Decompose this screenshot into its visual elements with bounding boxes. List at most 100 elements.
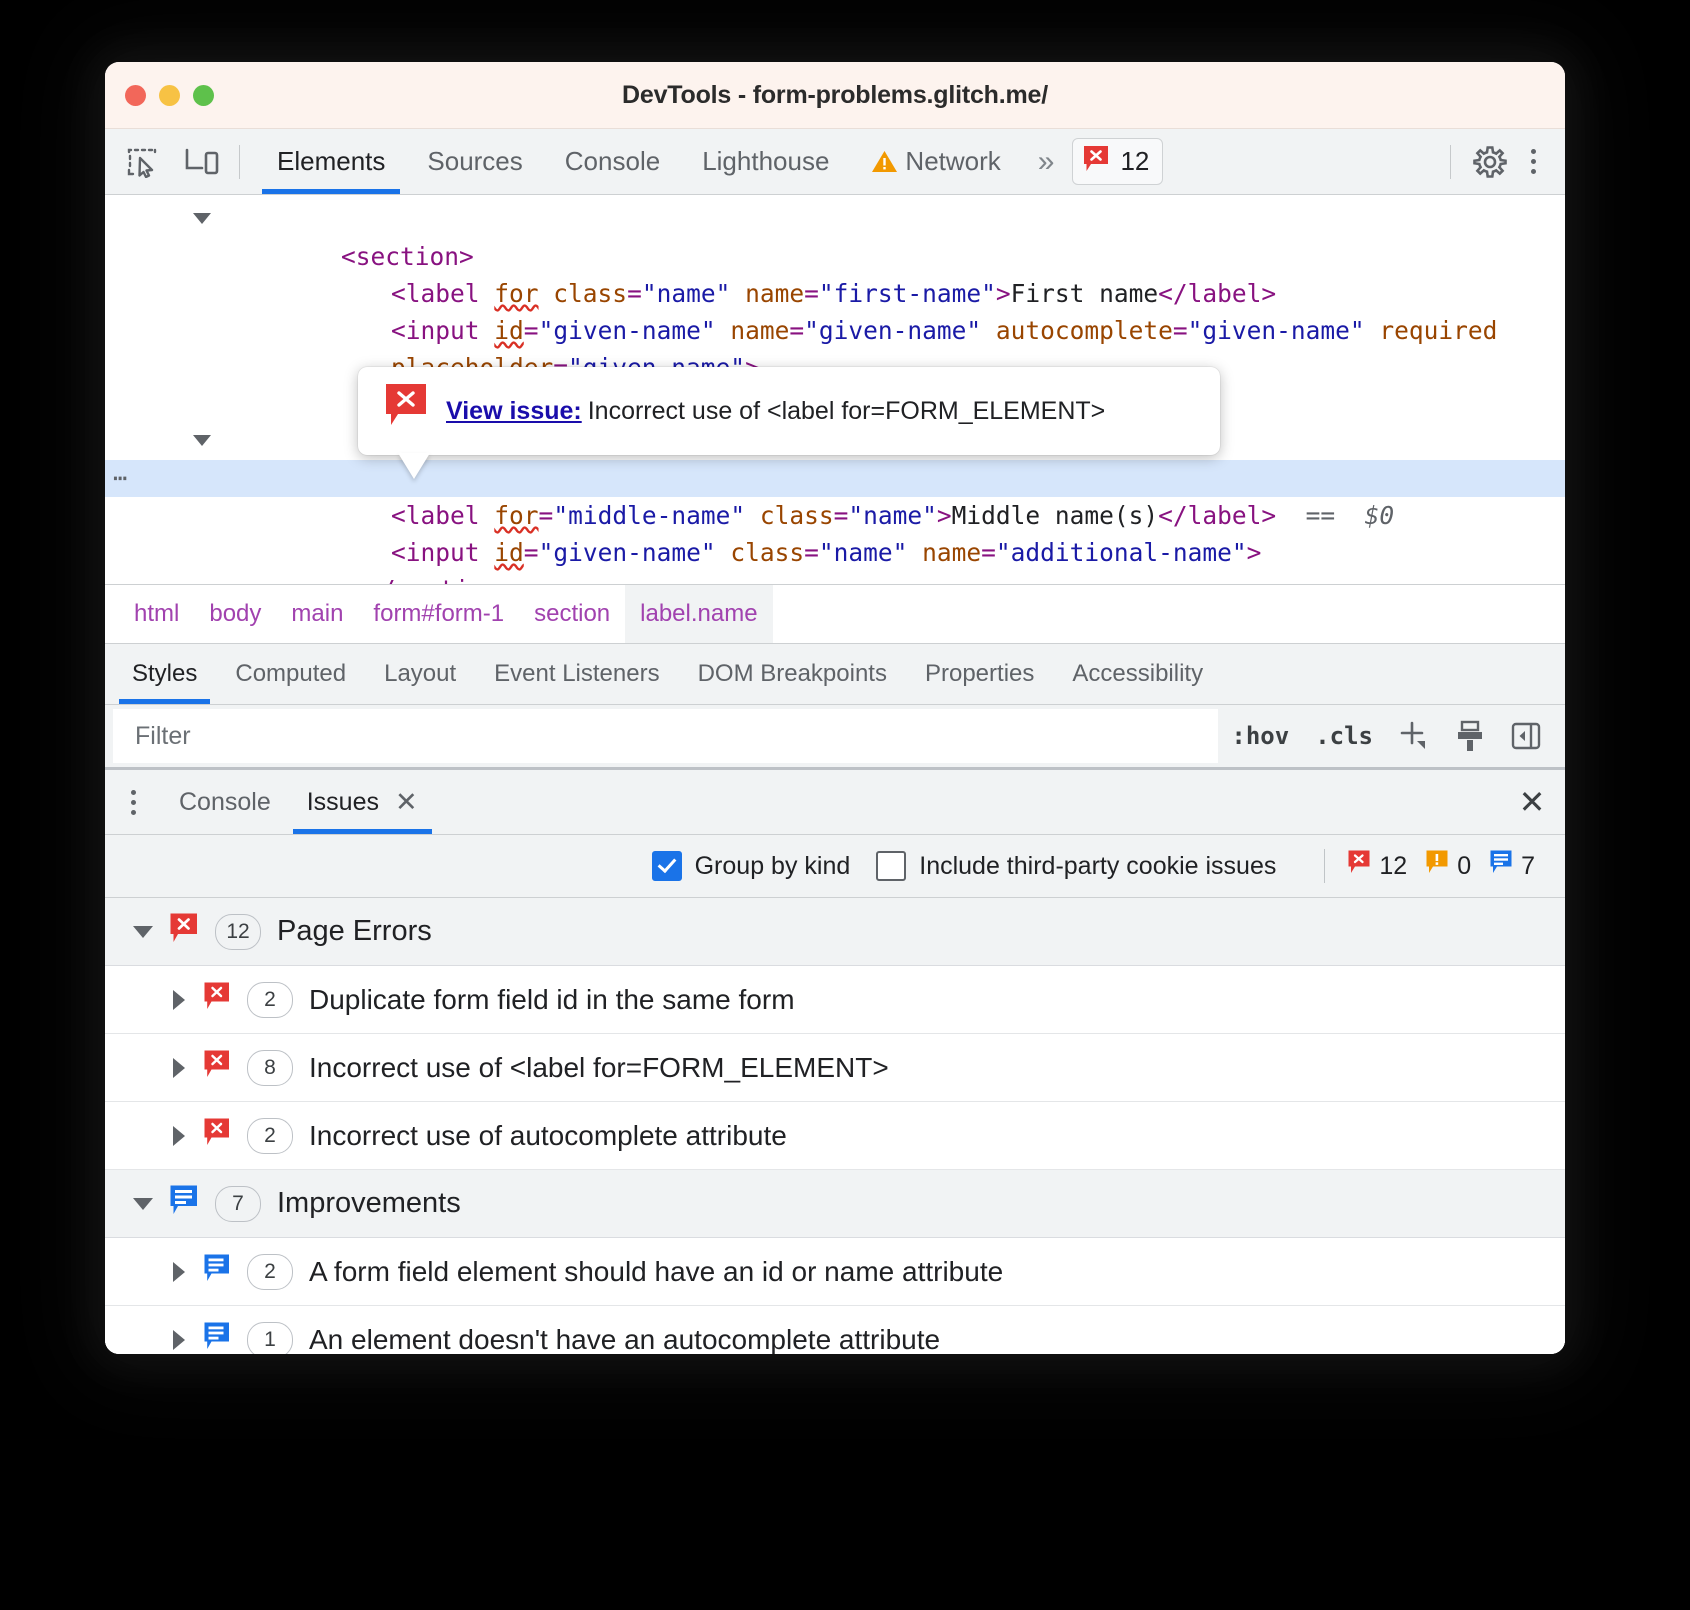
triangle-down-icon[interactable]: [193, 213, 211, 224]
tab-elements-label: Elements: [277, 146, 385, 177]
breadcrumb-item-html[interactable]: html: [119, 585, 194, 643]
breadcrumb-item-form[interactable]: form#form-1: [358, 585, 519, 643]
group-by-kind-checkbox[interactable]: Group by kind: [652, 851, 851, 881]
dom-line-label-first-name[interactable]: <label for class="name" name="first-name…: [105, 238, 1565, 275]
dom-line-label-middle-name[interactable]: ⋯<label for="middle-name" class="name">M…: [105, 460, 1565, 497]
tab-sources-label: Sources: [427, 146, 522, 177]
chevron-right-icon[interactable]: [173, 1126, 185, 1146]
issue-row-form-field-id-or-name[interactable]: 2 A form field element should have an id…: [105, 1238, 1565, 1306]
dom-tree-pane[interactable]: <section> <label for class="name" name="…: [105, 195, 1565, 584]
issues-toolbar: Group by kind Include third-party cookie…: [105, 835, 1565, 898]
window-title: DevTools - form-problems.glitch.me/: [105, 81, 1565, 110]
tab-dom-breakpoints[interactable]: DOM Breakpoints: [679, 644, 906, 704]
issue-row-label: Incorrect use of <label for=FORM_ELEMENT…: [309, 1052, 889, 1084]
info-bubble-icon: [169, 1184, 199, 1223]
plus-new-style-rule-icon[interactable]: [1389, 711, 1439, 761]
issue-group-page-errors[interactable]: 12 Page Errors: [105, 898, 1565, 966]
chevron-double-right-icon[interactable]: »: [1022, 145, 1067, 179]
inspect-element-icon[interactable]: [119, 139, 165, 185]
tab-label: Layout: [384, 660, 456, 688]
dom-line-input-given-name-2[interactable]: <input id="given-name" class="name" name…: [105, 497, 1565, 534]
checkbox-box-checked[interactable]: [652, 851, 682, 881]
chevron-right-icon[interactable]: [173, 1058, 185, 1078]
checkbox-box-unchecked[interactable]: [876, 851, 906, 881]
toggle-sidebar-icon[interactable]: [1501, 711, 1551, 761]
tab-event-listeners[interactable]: Event Listeners: [475, 644, 678, 704]
close-icon[interactable]: ✕: [395, 787, 418, 818]
tab-label: DOM Breakpoints: [698, 660, 887, 688]
chevron-right-icon[interactable]: [173, 1262, 185, 1282]
error-count-badge[interactable]: 12: [1072, 138, 1163, 185]
drawer-tab-bar: Console Issues ✕ ✕: [105, 770, 1565, 835]
tab-elements[interactable]: Elements: [256, 129, 406, 194]
breadcrumb-label: label.name: [640, 600, 757, 628]
issue-row-incorrect-label-for[interactable]: 8 Incorrect use of <label for=FORM_ELEME…: [105, 1034, 1565, 1102]
tab-network[interactable]: Network: [850, 129, 1021, 194]
tab-computed[interactable]: Computed: [216, 644, 365, 704]
error-bubble-icon: [384, 382, 428, 441]
devtools-drawer: Console Issues ✕ ✕ Group by kind Include…: [105, 767, 1565, 1354]
chevron-right-icon[interactable]: [173, 1330, 185, 1350]
tab-network-label: Network: [905, 146, 1000, 177]
device-toolbar-icon[interactable]: [179, 139, 225, 185]
tab-layout[interactable]: Layout: [365, 644, 475, 704]
issue-counts: 12 0: [1347, 849, 1535, 883]
issue-count-badge: 7: [215, 1186, 261, 1222]
chevron-down-icon[interactable]: [133, 1198, 153, 1210]
tab-sources[interactable]: Sources: [406, 129, 543, 194]
cls-toggle-button[interactable]: .cls: [1302, 722, 1386, 750]
issue-group-label: Improvements: [277, 1187, 461, 1220]
chevron-down-icon[interactable]: [133, 926, 153, 938]
tooltip-arrow: [398, 453, 430, 479]
tab-styles[interactable]: Styles: [113, 644, 216, 704]
close-drawer-icon[interactable]: ✕: [1499, 770, 1565, 834]
dom-line-input-given-name-1-cont[interactable]: placeholder="given name">: [105, 312, 1565, 349]
gear-icon[interactable]: [1467, 139, 1513, 185]
tab-console-label: Console: [565, 146, 660, 177]
drawer-tab-console[interactable]: Console: [161, 770, 289, 834]
kebab-menu-icon[interactable]: [1513, 139, 1553, 185]
breadcrumb-label: section: [534, 600, 610, 628]
dom-line-section-close-2[interactable]: </section>: [105, 534, 1565, 571]
issue-row-duplicate-form-field-id[interactable]: 2 Duplicate form field id in the same fo…: [105, 966, 1565, 1034]
issue-count-badge: 8: [247, 1050, 293, 1086]
panel-tabs: Elements Sources Console Lighthouse: [256, 129, 1022, 194]
hov-toggle-button[interactable]: :hov: [1218, 722, 1302, 750]
view-issue-link[interactable]: View issue:: [446, 397, 582, 425]
tab-label: Properties: [925, 660, 1034, 688]
dom-line-section-open-1[interactable]: <section>: [105, 201, 1565, 238]
toolbar-divider-2: [1450, 145, 1451, 179]
issue-count-badge: 2: [247, 982, 293, 1018]
issue-row-label: Duplicate form field id in the same form: [309, 984, 795, 1016]
issue-tooltip-popup[interactable]: View issue:Incorrect use of <label for=F…: [358, 367, 1220, 455]
tab-accessibility[interactable]: Accessibility: [1053, 644, 1222, 704]
tab-properties[interactable]: Properties: [906, 644, 1053, 704]
info-bubble-icon: [1489, 849, 1513, 883]
chevron-right-icon[interactable]: [173, 990, 185, 1010]
issue-row-missing-autocomplete[interactable]: 1 An element doesn't have an autocomplet…: [105, 1306, 1565, 1354]
tab-label: Accessibility: [1072, 660, 1203, 688]
kebab-menu-icon[interactable]: [105, 770, 161, 834]
include-third-party-cookie-checkbox[interactable]: Include third-party cookie issues: [876, 851, 1276, 881]
drawer-tab-label: Issues: [307, 788, 379, 817]
tab-lighthouse[interactable]: Lighthouse: [681, 129, 850, 194]
dom-row-more-icon[interactable]: ⋯: [113, 460, 129, 497]
issue-tooltip-description: Incorrect use of <label for=FORM_ELEMENT…: [588, 397, 1106, 425]
breadcrumb-item-body[interactable]: body: [194, 585, 276, 643]
tab-lighthouse-label: Lighthouse: [702, 146, 829, 177]
issue-group-improvements[interactable]: 7 Improvements: [105, 1170, 1565, 1238]
tab-console[interactable]: Console: [544, 129, 681, 194]
issue-group-label: Page Errors: [277, 915, 432, 948]
issue-row-incorrect-autocomplete[interactable]: 2 Incorrect use of autocomplete attribut…: [105, 1102, 1565, 1170]
breadcrumb-item-main[interactable]: main: [276, 585, 358, 643]
styles-filter-input[interactable]: [113, 709, 1218, 763]
issue-count-badge: 2: [247, 1254, 293, 1290]
paint-brush-icon[interactable]: [1445, 711, 1495, 761]
breadcrumb-item-section[interactable]: section: [519, 585, 625, 643]
devtools-window: DevTools - form-problems.glitch.me/: [105, 62, 1565, 1354]
drawer-tab-issues[interactable]: Issues ✕: [289, 770, 436, 834]
breadcrumb-label: body: [209, 600, 261, 628]
triangle-down-icon-2[interactable]: [193, 435, 211, 446]
dom-line-input-given-name-1[interactable]: <input id="given-name" name="given-name"…: [105, 275, 1565, 312]
breadcrumb-item-label-name[interactable]: label.name: [625, 585, 772, 643]
